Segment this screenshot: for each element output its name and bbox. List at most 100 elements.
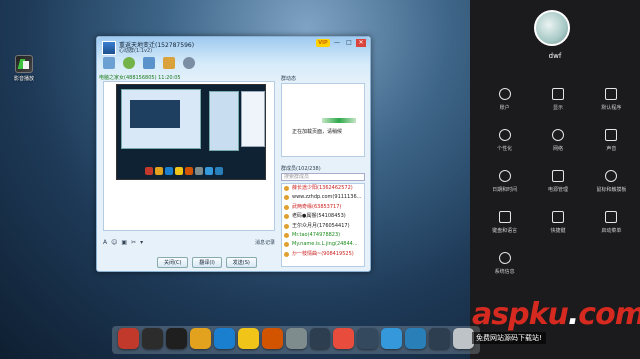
screenshot-dock-icon [185, 167, 193, 175]
vip-badge[interactable]: VIP [316, 39, 330, 47]
settings-item-network[interactable]: 网络 [531, 129, 584, 152]
member-item[interactable]: 王尔众月月(176054417) [282, 222, 364, 231]
settings-item-default-apps[interactable]: 默认程序 [585, 88, 638, 111]
settings-item-shortcuts[interactable]: 快捷键 [531, 211, 584, 234]
settings-item-datetime[interactable]: 日期和时间 [478, 170, 531, 193]
clock-icon [498, 170, 511, 182]
group-dynamic-panel: 正在加载页面，请稍候 [281, 83, 365, 157]
user-icon [498, 88, 511, 100]
screenshot-dock [145, 167, 245, 175]
chat-icon[interactable] [103, 57, 115, 69]
photo-app[interactable] [333, 328, 355, 349]
member-item[interactable]: 薛长途少阳(1362462572) [282, 184, 364, 193]
message-area [103, 81, 275, 231]
user-avatar[interactable] [534, 10, 570, 46]
screenshot-dock-icon [165, 167, 173, 175]
settings-item-label: 启动菜单 [601, 228, 622, 234]
settings-item-personalize[interactable]: 个性化 [478, 129, 531, 152]
image-icon[interactable]: ▣ [121, 239, 127, 246]
group-dynamic-title: 群动态 [281, 76, 297, 82]
file-manager-app[interactable] [309, 328, 331, 349]
settings-item-label: 快捷键 [550, 228, 566, 234]
browser-app[interactable] [213, 328, 235, 349]
settings-item-label: 声音 [606, 146, 617, 152]
voice-icon[interactable] [123, 57, 135, 69]
group-avatar[interactable] [102, 41, 116, 55]
action-buttons: 关闭(C) 翻译(I) 发送(S) [157, 257, 257, 268]
settings-item-mouse[interactable]: 鼠标和触摸板 [585, 170, 638, 193]
translate-button[interactable]: 翻译(I) [192, 257, 222, 268]
settings-item-label: 默认程序 [601, 105, 622, 111]
screenshot-dock-icon [195, 167, 203, 175]
send-button[interactable]: 发送(S) [225, 257, 257, 268]
member-item[interactable]: www.zzhdp.com(9111136... [282, 193, 364, 202]
chrome-app[interactable] [237, 328, 259, 349]
settings-app[interactable] [285, 328, 307, 349]
message-header: 电脑之家女(488156805) 11:20:05 [99, 75, 181, 81]
checkbox-icon [605, 88, 618, 100]
brush-icon [498, 129, 511, 141]
member-item[interactable]: 老码●属猴(54108453) [282, 212, 364, 221]
music-app[interactable] [261, 328, 283, 349]
watermark-brand-b: ku [528, 297, 569, 332]
close-chat-button[interactable]: 关闭(C) [157, 257, 189, 268]
loading-text: 正在加载页面，请稍候 [292, 129, 343, 135]
gear-icon[interactable] [183, 57, 195, 69]
loading-progress [322, 118, 356, 123]
member-search-input[interactable]: 搜索群成员 [281, 173, 365, 181]
qq-app[interactable] [405, 328, 427, 349]
desktop-icon-media-player[interactable]: 影音播放 [10, 55, 38, 82]
desktop-app[interactable] [141, 328, 163, 349]
screenshot-window [121, 89, 201, 149]
watermark-brand-c: com [578, 297, 640, 332]
monitor-icon [551, 88, 564, 100]
maximize-button[interactable]: □ [344, 39, 354, 47]
terminal-app[interactable] [357, 328, 379, 349]
emoji-icon[interactable]: ☺ [111, 239, 117, 246]
watermark-logo: aspku.com [472, 300, 640, 330]
settings-item-display[interactable]: 显示 [531, 88, 584, 111]
settings-item-boot-menu[interactable]: 启动菜单 [585, 211, 638, 234]
game-center-app[interactable] [189, 328, 211, 349]
settings-item-label: 网络 [552, 146, 563, 152]
screenshot-dock-icon [175, 167, 183, 175]
close-button[interactable]: ✕ [356, 39, 366, 47]
screenshot-dock-icon [215, 167, 223, 175]
site-watermark: aspku.com 免费网站源码下载站! [472, 300, 640, 344]
camera-app[interactable] [429, 328, 451, 349]
screenshot-dock-icon [155, 167, 163, 175]
trash-app[interactable] [453, 328, 475, 349]
app-icon[interactable] [163, 57, 175, 69]
settings-item-power[interactable]: 电源管理 [531, 170, 584, 193]
member-item[interactable]: 武两奇缘(63853717) [282, 203, 364, 212]
settings-item-label: 系统信息 [494, 269, 515, 275]
input-toolbar: A ☺ ▣ ✂ ▾ 消息记录 [103, 237, 275, 247]
member-item[interactable]: Mr.tao(474978823) [282, 231, 364, 240]
member-item[interactable]: か一枝情曲~(908419525) [282, 250, 364, 259]
history-button[interactable]: 消息记录 [255, 239, 275, 246]
settings-item-label: 账户 [499, 105, 510, 111]
video-icon[interactable] [143, 57, 155, 69]
scissors-icon[interactable]: ✂ [131, 239, 136, 246]
store-app[interactable] [381, 328, 403, 349]
screenshot-window-3 [241, 91, 265, 147]
screenshot-window-2 [209, 91, 239, 151]
info-icon [498, 252, 511, 264]
settings-item-label: 键盘和语言 [492, 228, 518, 234]
settings-item-system-info[interactable]: 系统信息 [478, 252, 531, 275]
settings-item-sound[interactable]: 声音 [585, 129, 638, 152]
more-icon[interactable]: ▾ [140, 239, 143, 246]
settings-item-keyboard[interactable]: 键盘和语言 [478, 211, 531, 234]
settings-item-account[interactable]: 账户 [478, 88, 531, 111]
settings-item-label: 日期和时间 [492, 187, 518, 193]
launcher-app[interactable] [118, 328, 139, 349]
font-icon[interactable]: A [103, 239, 107, 246]
member-item[interactable]: My.name.is.L.jing(24844... [282, 240, 364, 249]
shared-screenshot-image[interactable] [116, 84, 266, 180]
minimize-button[interactable]: — [332, 39, 342, 47]
watermark-dot: . [567, 297, 579, 332]
settings-item-label: 鼠标和触摸板 [596, 187, 627, 193]
group-subtitle: 心动群(1:1v2) [119, 48, 153, 54]
settings-item-label: 电源管理 [547, 187, 568, 193]
window-app[interactable] [165, 328, 187, 349]
